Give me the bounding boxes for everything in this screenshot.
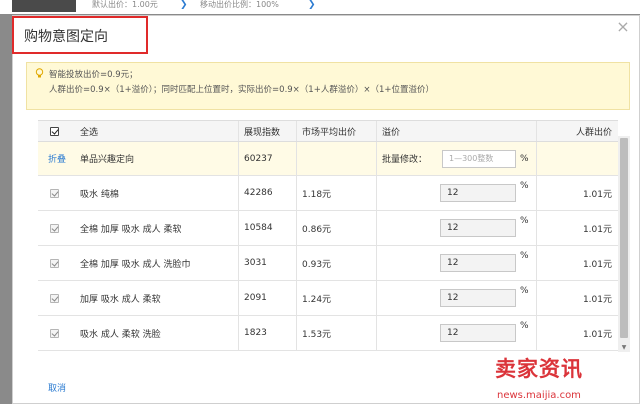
row-avg-bid: 1.53元 [302, 329, 332, 340]
dialog-title: 购物意图定向 [24, 29, 108, 45]
premium-input[interactable]: 12 [440, 289, 516, 307]
table-row: 全棉 加厚 吸水 成人 洗脸巾 3031 0.93元 12 % 1.01元 [38, 246, 618, 281]
row-keyword: 加厚 吸水 成人 柔软 [80, 294, 161, 305]
premium-input[interactable]: 12 [440, 219, 516, 237]
row-crowd-bid: 1.01元 [582, 189, 612, 200]
lightbulb-icon [35, 68, 44, 78]
watermark-logo: 卖家资讯 [495, 357, 583, 381]
header-crowd-bid: 人群出价 [575, 127, 612, 138]
batch-edit-input[interactable]: 1—300整数 [442, 149, 516, 168]
row-crowd-bid: 1.01元 [582, 294, 612, 305]
chevron-right-icon[interactable]: ❯ [180, 0, 188, 10]
row-crowd-bid: 1.01元 [582, 224, 612, 235]
row-impressions: 3031 [244, 258, 267, 268]
group-name: 单品兴趣定向 [80, 155, 135, 165]
table-row: 加厚 吸水 成人 柔软 2091 1.24元 12 % 1.01元 [38, 281, 618, 316]
collapse-link[interactable]: 折叠 [48, 142, 66, 175]
row-impressions: 42286 [244, 188, 273, 198]
select-all-checkbox[interactable] [50, 126, 59, 136]
scrollbar-thumb[interactable] [620, 138, 628, 338]
close-icon[interactable]: × [616, 19, 630, 35]
product-thumbnail [12, 0, 76, 12]
percent-sign: % [520, 251, 529, 261]
row-crowd-bid: 1.01元 [582, 329, 612, 340]
chevron-right-icon[interactable]: ❯ [308, 0, 316, 10]
row-avg-bid: 0.93元 [302, 259, 332, 270]
row-impressions: 2091 [244, 293, 267, 303]
table-header: 全选 展现指数 市场平均出价 溢价 人群出价 [38, 120, 618, 142]
row-crowd-bid: 1.01元 [582, 259, 612, 270]
percent-sign: % [520, 181, 529, 191]
percent-sign: % [520, 286, 529, 296]
row-checkbox[interactable] [50, 258, 59, 268]
batch-edit-label: 批量修改： [382, 155, 428, 165]
row-avg-bid: 1.24元 [302, 294, 332, 305]
header-avg-bid: 市场平均出价 [302, 127, 357, 138]
group-row: 折叠 单品兴趣定向 60237 批量修改： 1—300整数 % [38, 142, 618, 176]
row-keyword: 吸水 纯棉 [80, 189, 119, 200]
percent-sign: % [520, 153, 529, 164]
table-row: 吸水 成人 柔软 洗脸 1823 1.53元 12 % 1.01元 [38, 316, 618, 351]
mobile-ratio-text: 移动出价比例：100% [200, 0, 279, 9]
tip-line-2: 人群出价=0.9×（1+溢价）；同时匹配上位置时，实际出价=0.9×（1+人群溢… [49, 85, 434, 95]
row-checkbox[interactable] [50, 223, 59, 233]
table-row: 吸水 纯棉 42286 1.18元 12 % 1.01元 [38, 176, 618, 211]
pricing-tip: 智能投放出价=0.9元； 人群出价=0.9×（1+溢价）；同时匹配上位置时，实际… [26, 62, 630, 110]
row-impressions: 10584 [244, 223, 273, 233]
table-row: 全棉 加厚 吸水 成人 柔软 10584 0.86元 12 % 1.01元 [38, 211, 618, 246]
cancel-link[interactable]: 取消 [48, 381, 66, 394]
header-premium: 溢价 [382, 127, 401, 138]
default-bid-text: 默认出价：1.00元 [92, 0, 158, 9]
row-avg-bid: 0.86元 [302, 224, 332, 235]
tip-line-1: 智能投放出价=0.9元； [49, 70, 138, 80]
row-checkbox[interactable] [50, 328, 59, 338]
percent-sign: % [520, 216, 529, 226]
premium-input[interactable]: 12 [440, 184, 516, 202]
header-impressions: 展现指数 [244, 127, 281, 138]
row-checkbox[interactable] [50, 293, 59, 303]
row-keyword: 全棉 加厚 吸水 成人 洗脸巾 [80, 259, 191, 270]
scroll-down-icon[interactable]: ▼ [618, 344, 630, 352]
table-scrollbar[interactable]: ▼ [618, 136, 630, 352]
percent-sign: % [520, 321, 529, 331]
group-impressions: 60237 [244, 153, 273, 164]
background-page: 默认出价：1.00元 ❯ 移动出价比例：100% ❯ [0, 0, 640, 14]
watermark-url: news.maijia.com [497, 390, 581, 401]
row-impressions: 1823 [244, 328, 267, 338]
header-select-all: 全选 [80, 127, 99, 138]
premium-input[interactable]: 12 [440, 324, 516, 342]
row-checkbox[interactable] [50, 188, 59, 198]
premium-input[interactable]: 12 [440, 254, 516, 272]
row-avg-bid: 1.18元 [302, 189, 332, 200]
row-keyword: 全棉 加厚 吸水 成人 柔软 [80, 224, 182, 235]
row-keyword: 吸水 成人 柔软 洗脸 [80, 329, 161, 340]
